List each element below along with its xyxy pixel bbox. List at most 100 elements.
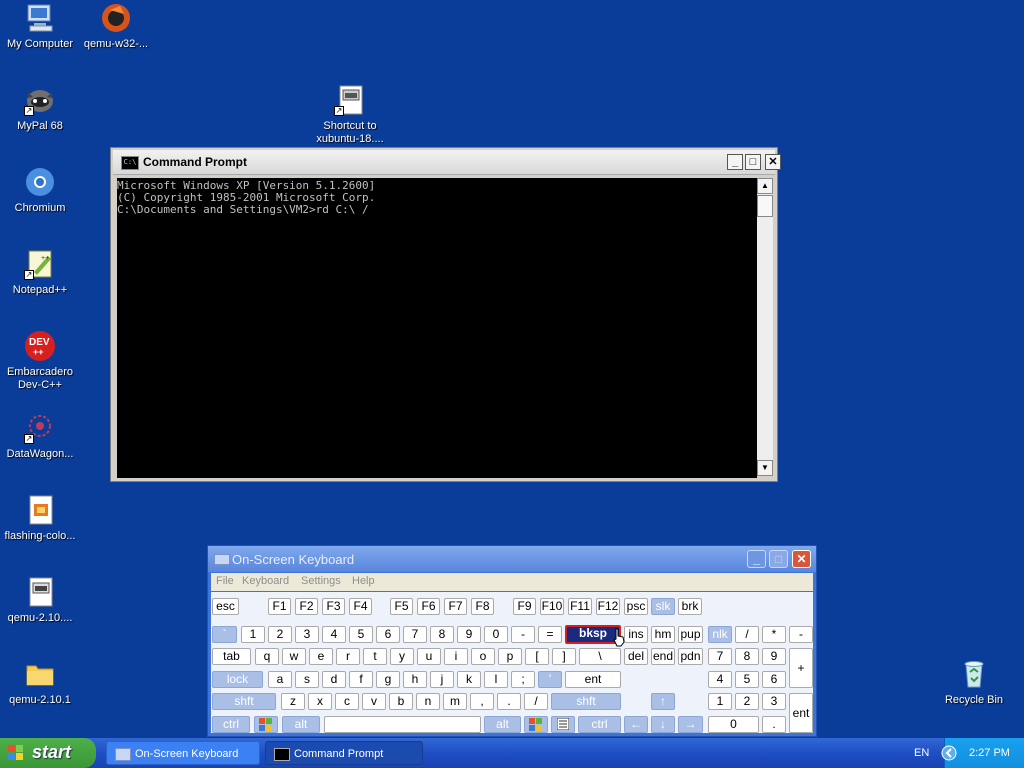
maximize-button[interactable]: □	[745, 154, 761, 170]
command-prompt-titlebar[interactable]: C:\ Command Prompt _ □ ✕	[113, 150, 781, 175]
key-i[interactable]: i	[444, 648, 468, 665]
key-enter[interactable]: ent	[565, 671, 621, 688]
key-f5[interactable]: F5	[390, 598, 413, 615]
key-h[interactable]: h	[403, 671, 427, 688]
key-left-ctrl[interactable]: ctrl	[212, 716, 250, 733]
desktop-icon-my-computer[interactable]: My Computer	[0, 2, 80, 51]
key-f4[interactable]: F4	[349, 598, 372, 615]
key-menu[interactable]	[551, 716, 575, 733]
taskbar-item-on-screen-keyboard[interactable]: On-Screen Keyboard	[106, 741, 260, 765]
key-np-8[interactable]: 8	[735, 648, 759, 665]
key-backslash[interactable]: \	[579, 648, 621, 665]
maximize-button[interactable]: □	[769, 550, 788, 568]
key-comma[interactable]: ,	[470, 693, 494, 710]
key-space[interactable]	[324, 716, 481, 733]
key-j[interactable]: j	[430, 671, 454, 688]
desktop-icon-chromium[interactable]: Chromium	[0, 166, 80, 215]
key-ins[interactable]: ins	[624, 626, 648, 643]
key-f8[interactable]: F8	[471, 598, 494, 615]
key-end[interactable]: end	[651, 648, 675, 665]
key-n[interactable]: n	[416, 693, 440, 710]
scroll-up-icon[interactable]: ▲	[757, 178, 773, 194]
minimize-button[interactable]: _	[747, 550, 766, 568]
key-right-shift[interactable]: shft	[551, 693, 621, 710]
key-del[interactable]: del	[624, 648, 648, 665]
start-button[interactable]: start	[0, 738, 96, 768]
key-np-slash[interactable]: /	[735, 626, 759, 643]
key-equals[interactable]: =	[538, 626, 562, 643]
key-f6[interactable]: F6	[417, 598, 440, 615]
key-grave[interactable]: `	[212, 626, 237, 643]
on-screen-keyboard-window[interactable]: On-Screen Keyboard _ □ ✕ File Keyboard S…	[207, 545, 817, 737]
desktop-icon-devcpp[interactable]: DEV ++ Embarcadero Dev-C++	[0, 330, 80, 392]
key-m[interactable]: m	[443, 693, 467, 710]
key-9[interactable]: 9	[457, 626, 481, 643]
clock[interactable]: 2:27 PM	[969, 747, 1010, 759]
desktop-icon-qemu-exe[interactable]: qemu-2.10....	[0, 576, 80, 625]
key-8[interactable]: 8	[430, 626, 454, 643]
key-np-2[interactable]: 2	[735, 693, 759, 710]
language-indicator[interactable]: EN	[914, 747, 929, 759]
key-np-0[interactable]: 0	[708, 716, 759, 733]
key-b[interactable]: b	[389, 693, 413, 710]
key-left-shift[interactable]: shft	[212, 693, 276, 710]
key-f2[interactable]: F2	[295, 598, 318, 615]
key-np-star[interactable]: *	[762, 626, 786, 643]
key-tab[interactable]: tab	[212, 648, 251, 665]
key-np-1[interactable]: 1	[708, 693, 732, 710]
key-z[interactable]: z	[281, 693, 305, 710]
key-o[interactable]: o	[471, 648, 495, 665]
minimize-button[interactable]: _	[727, 154, 743, 170]
key-pup[interactable]: pup	[678, 626, 703, 643]
key-right-windows[interactable]	[524, 716, 548, 733]
key-np-enter[interactable]: ent	[789, 693, 813, 733]
key-forward-slash[interactable]: /	[524, 693, 548, 710]
key-w[interactable]: w	[282, 648, 306, 665]
key-np-6[interactable]: 6	[762, 671, 786, 688]
key-f3[interactable]: F3	[322, 598, 345, 615]
key-u[interactable]: u	[417, 648, 441, 665]
key-right-ctrl[interactable]: ctrl	[578, 716, 621, 733]
key-f[interactable]: f	[349, 671, 373, 688]
console-output[interactable]: Microsoft Windows XP [Version 5.1.2600] …	[117, 178, 757, 478]
osk-titlebar[interactable]: On-Screen Keyboard _ □ ✕	[208, 546, 816, 572]
key-p[interactable]: p	[498, 648, 522, 665]
key-np-4[interactable]: 4	[708, 671, 732, 688]
key-slk[interactable]: slk	[651, 598, 675, 615]
vertical-scrollbar[interactable]: ▲ ▼	[757, 178, 773, 476]
key-right-alt[interactable]: alt	[484, 716, 521, 733]
command-prompt-window[interactable]: C:\ Command Prompt _ □ ✕ Microsoft Windo…	[110, 147, 781, 482]
key-caps-lock[interactable]: lock	[212, 671, 263, 688]
key-psc[interactable]: psc	[624, 598, 648, 615]
key-quote[interactable]: '	[538, 671, 562, 688]
key-5[interactable]: 5	[349, 626, 373, 643]
key-np-dot[interactable]: .	[762, 716, 786, 733]
key-c[interactable]: c	[335, 693, 359, 710]
key-f12[interactable]: F12	[596, 598, 620, 615]
desktop-icon-recycle-bin[interactable]: Recycle Bin	[934, 658, 1014, 707]
key-pdn[interactable]: pdn	[678, 648, 703, 665]
key-f1[interactable]: F1	[268, 598, 291, 615]
key-3[interactable]: 3	[295, 626, 319, 643]
scroll-thumb[interactable]	[757, 195, 773, 217]
key-k[interactable]: k	[457, 671, 481, 688]
key-np-9[interactable]: 9	[762, 648, 786, 665]
key-np-3[interactable]: 3	[762, 693, 786, 710]
key-semicolon[interactable]: ;	[511, 671, 535, 688]
key-f7[interactable]: F7	[444, 598, 467, 615]
menu-file[interactable]: File	[216, 575, 234, 587]
key-np-7[interactable]: 7	[708, 648, 732, 665]
key-l[interactable]: l	[484, 671, 508, 688]
key-hm[interactable]: hm	[651, 626, 675, 643]
key-t[interactable]: t	[363, 648, 387, 665]
key-np-5[interactable]: 5	[735, 671, 759, 688]
key-2[interactable]: 2	[268, 626, 292, 643]
key-e[interactable]: e	[309, 648, 333, 665]
menu-settings[interactable]: Settings	[301, 575, 341, 587]
key-r[interactable]: r	[336, 648, 360, 665]
chevron-left-icon[interactable]	[941, 745, 957, 761]
taskbar-item-command-prompt[interactable]: Command Prompt	[265, 741, 423, 765]
key-period[interactable]: .	[497, 693, 521, 710]
key-left-alt[interactable]: alt	[282, 716, 320, 733]
scroll-down-icon[interactable]: ▼	[757, 460, 773, 476]
